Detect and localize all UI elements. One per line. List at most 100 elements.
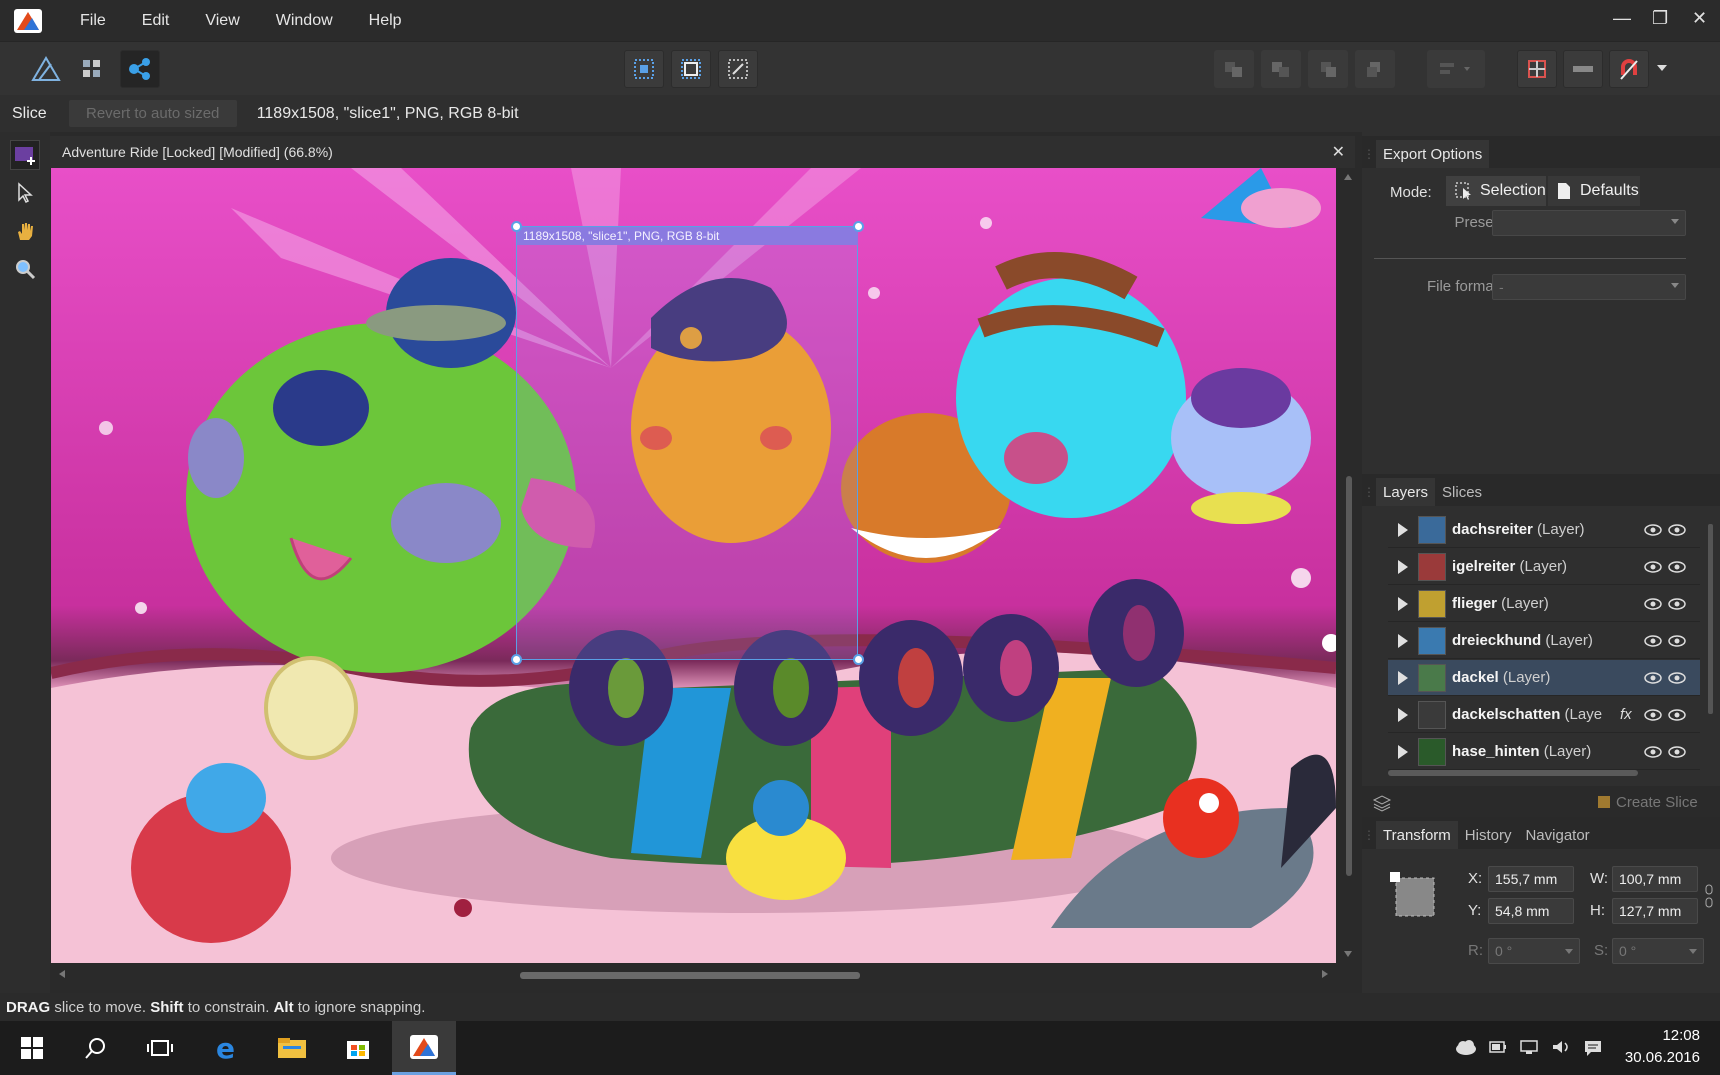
visibility-icon[interactable]	[1644, 598, 1662, 610]
menu-window[interactable]: Window	[276, 12, 333, 30]
close-window-icon[interactable]: ✕	[1692, 8, 1707, 29]
layer-row[interactable]: dreieckhund (Layer)	[1388, 623, 1700, 659]
expand-triangle-icon[interactable]	[1398, 744, 1408, 759]
visibility-toggle-icon[interactable]	[1668, 672, 1686, 684]
snapping-options-chevron-icon[interactable]	[1650, 50, 1674, 88]
create-slice-button[interactable]: Create Slice	[1598, 791, 1712, 813]
document-tab[interactable]: Adventure Ride [Locked] [Modified] (66.8…	[50, 136, 1355, 168]
x-position-input[interactable]: 155,7 mm	[1488, 866, 1574, 892]
mode-selection-button[interactable]: Selection	[1446, 176, 1546, 206]
anchor-point-selector-icon[interactable]	[1390, 872, 1440, 922]
volume-icon[interactable]	[1551, 1039, 1571, 1055]
snapping-grid-icon[interactable]	[1517, 50, 1557, 88]
menu-help[interactable]: Help	[369, 12, 402, 30]
tab-layers[interactable]: Layers	[1376, 478, 1436, 506]
slice-handle-bottom-left[interactable]	[511, 654, 522, 665]
rotation-input[interactable]: 0 °	[1488, 938, 1580, 964]
search-icon[interactable]	[64, 1021, 128, 1075]
slice-selection-tool-icon[interactable]	[10, 178, 40, 208]
layer-row[interactable]: dackelschatten (Laye fx	[1388, 697, 1700, 733]
layers-hscrollbar[interactable]	[1386, 768, 1696, 778]
slice-handle-top-right[interactable]	[853, 221, 864, 232]
align-dropdown-icon[interactable]	[1427, 50, 1485, 88]
shear-input[interactable]: 0 °	[1612, 938, 1704, 964]
affinity-designer-logo-icon[interactable]	[14, 8, 42, 33]
windows-start-icon[interactable]	[0, 1021, 64, 1075]
export-persona-icon[interactable]	[120, 50, 160, 88]
horizontal-scrollbar-thumb[interactable]	[520, 972, 860, 979]
scroll-left-icon[interactable]	[59, 970, 65, 978]
visibility-icon[interactable]	[1644, 746, 1662, 758]
layer-row[interactable]: hase_hinten (Layer)	[1388, 734, 1700, 770]
panel-grip-icon[interactable]: ⋮	[1362, 821, 1376, 849]
slice-tool-icon[interactable]	[10, 140, 40, 170]
y-position-input[interactable]: 54,8 mm	[1488, 898, 1574, 924]
pixel-persona-icon[interactable]	[72, 50, 112, 88]
slice-handle-bottom-right[interactable]	[853, 654, 864, 665]
layer-row[interactable]: dackel (Layer)	[1388, 660, 1700, 696]
clock-date[interactable]: 30.06.2016	[1625, 1049, 1700, 1066]
expand-triangle-icon[interactable]	[1398, 559, 1408, 574]
tab-history[interactable]: History	[1458, 821, 1519, 849]
close-document-icon[interactable]: ✕	[1332, 142, 1345, 162]
artwork-canvas[interactable]: 1189x1508, "slice1", PNG, RGB 8-bit	[51, 168, 1336, 963]
effects-icon[interactable]: fx	[1620, 706, 1632, 723]
expand-triangle-icon[interactable]	[1398, 707, 1408, 722]
cloud-icon[interactable]	[1455, 1039, 1477, 1055]
height-input[interactable]: 127,7 mm	[1612, 898, 1698, 924]
layer-row[interactable]: igelreiter (Layer)	[1388, 549, 1700, 585]
visibility-icon[interactable]	[1644, 635, 1662, 647]
edge-browser-icon[interactable]: e	[196, 1021, 260, 1075]
zoom-tool-icon[interactable]	[10, 254, 40, 284]
expand-triangle-icon[interactable]	[1398, 522, 1408, 537]
network-icon[interactable]	[1519, 1039, 1539, 1055]
visibility-toggle-icon[interactable]	[1668, 524, 1686, 536]
menu-edit[interactable]: Edit	[142, 12, 170, 30]
preset-dropdown[interactable]	[1492, 210, 1686, 236]
expand-triangle-icon[interactable]	[1398, 596, 1408, 611]
arrange-forward-icon[interactable]	[1261, 50, 1301, 88]
scroll-up-icon[interactable]	[1344, 174, 1352, 180]
slice-grid-icon[interactable]	[624, 50, 664, 88]
layers-stack-icon[interactable]	[1372, 794, 1392, 812]
visibility-toggle-icon[interactable]	[1668, 598, 1686, 610]
arrange-backward-icon[interactable]	[1308, 50, 1348, 88]
panel-grip-icon[interactable]: ⋮	[1362, 140, 1376, 168]
expand-triangle-icon[interactable]	[1398, 633, 1408, 648]
snapping-guides-icon[interactable]	[1563, 50, 1603, 88]
revert-auto-sized-button[interactable]: Revert to auto sized	[68, 100, 237, 127]
arrange-front-icon[interactable]	[1214, 50, 1254, 88]
visibility-toggle-icon[interactable]	[1668, 709, 1686, 721]
vertical-scrollbar-thumb[interactable]	[1346, 476, 1352, 876]
hand-tool-icon[interactable]	[10, 216, 40, 246]
menu-file[interactable]: File	[80, 12, 106, 30]
action-center-icon[interactable]	[1583, 1039, 1603, 1057]
layers-scrollbar[interactable]	[1706, 512, 1716, 752]
visibility-toggle-icon[interactable]	[1668, 635, 1686, 647]
tab-slices[interactable]: Slices	[1435, 478, 1489, 506]
battery-icon[interactable]	[1489, 1039, 1507, 1055]
slice-bounds-icon[interactable]	[671, 50, 711, 88]
slice-handle-top-left[interactable]	[511, 221, 522, 232]
tab-navigator[interactable]: Navigator	[1518, 821, 1596, 849]
visibility-icon[interactable]	[1644, 524, 1662, 536]
mode-defaults-button[interactable]: Defaults	[1548, 176, 1640, 206]
visibility-toggle-icon[interactable]	[1668, 561, 1686, 573]
minimize-icon[interactable]: —	[1613, 8, 1631, 29]
store-icon[interactable]	[326, 1021, 390, 1075]
layer-row[interactable]: dachsreiter (Layer)	[1388, 512, 1700, 548]
link-icon[interactable]	[1704, 884, 1714, 908]
scroll-right-icon[interactable]	[1322, 970, 1328, 978]
designer-persona-icon[interactable]	[26, 50, 66, 88]
clock-time[interactable]: 12:08	[1662, 1027, 1700, 1044]
visibility-icon[interactable]	[1644, 709, 1662, 721]
file-format-dropdown[interactable]: -	[1492, 274, 1686, 300]
affinity-designer-taskbar-icon[interactable]	[392, 1021, 456, 1075]
tab-export-options[interactable]: Export Options	[1376, 140, 1490, 168]
file-explorer-icon[interactable]	[260, 1021, 324, 1075]
width-input[interactable]: 100,7 mm	[1612, 866, 1698, 892]
task-view-icon[interactable]	[128, 1021, 192, 1075]
visibility-icon[interactable]	[1644, 561, 1662, 573]
scroll-down-icon[interactable]	[1344, 951, 1352, 957]
visibility-toggle-icon[interactable]	[1668, 746, 1686, 758]
